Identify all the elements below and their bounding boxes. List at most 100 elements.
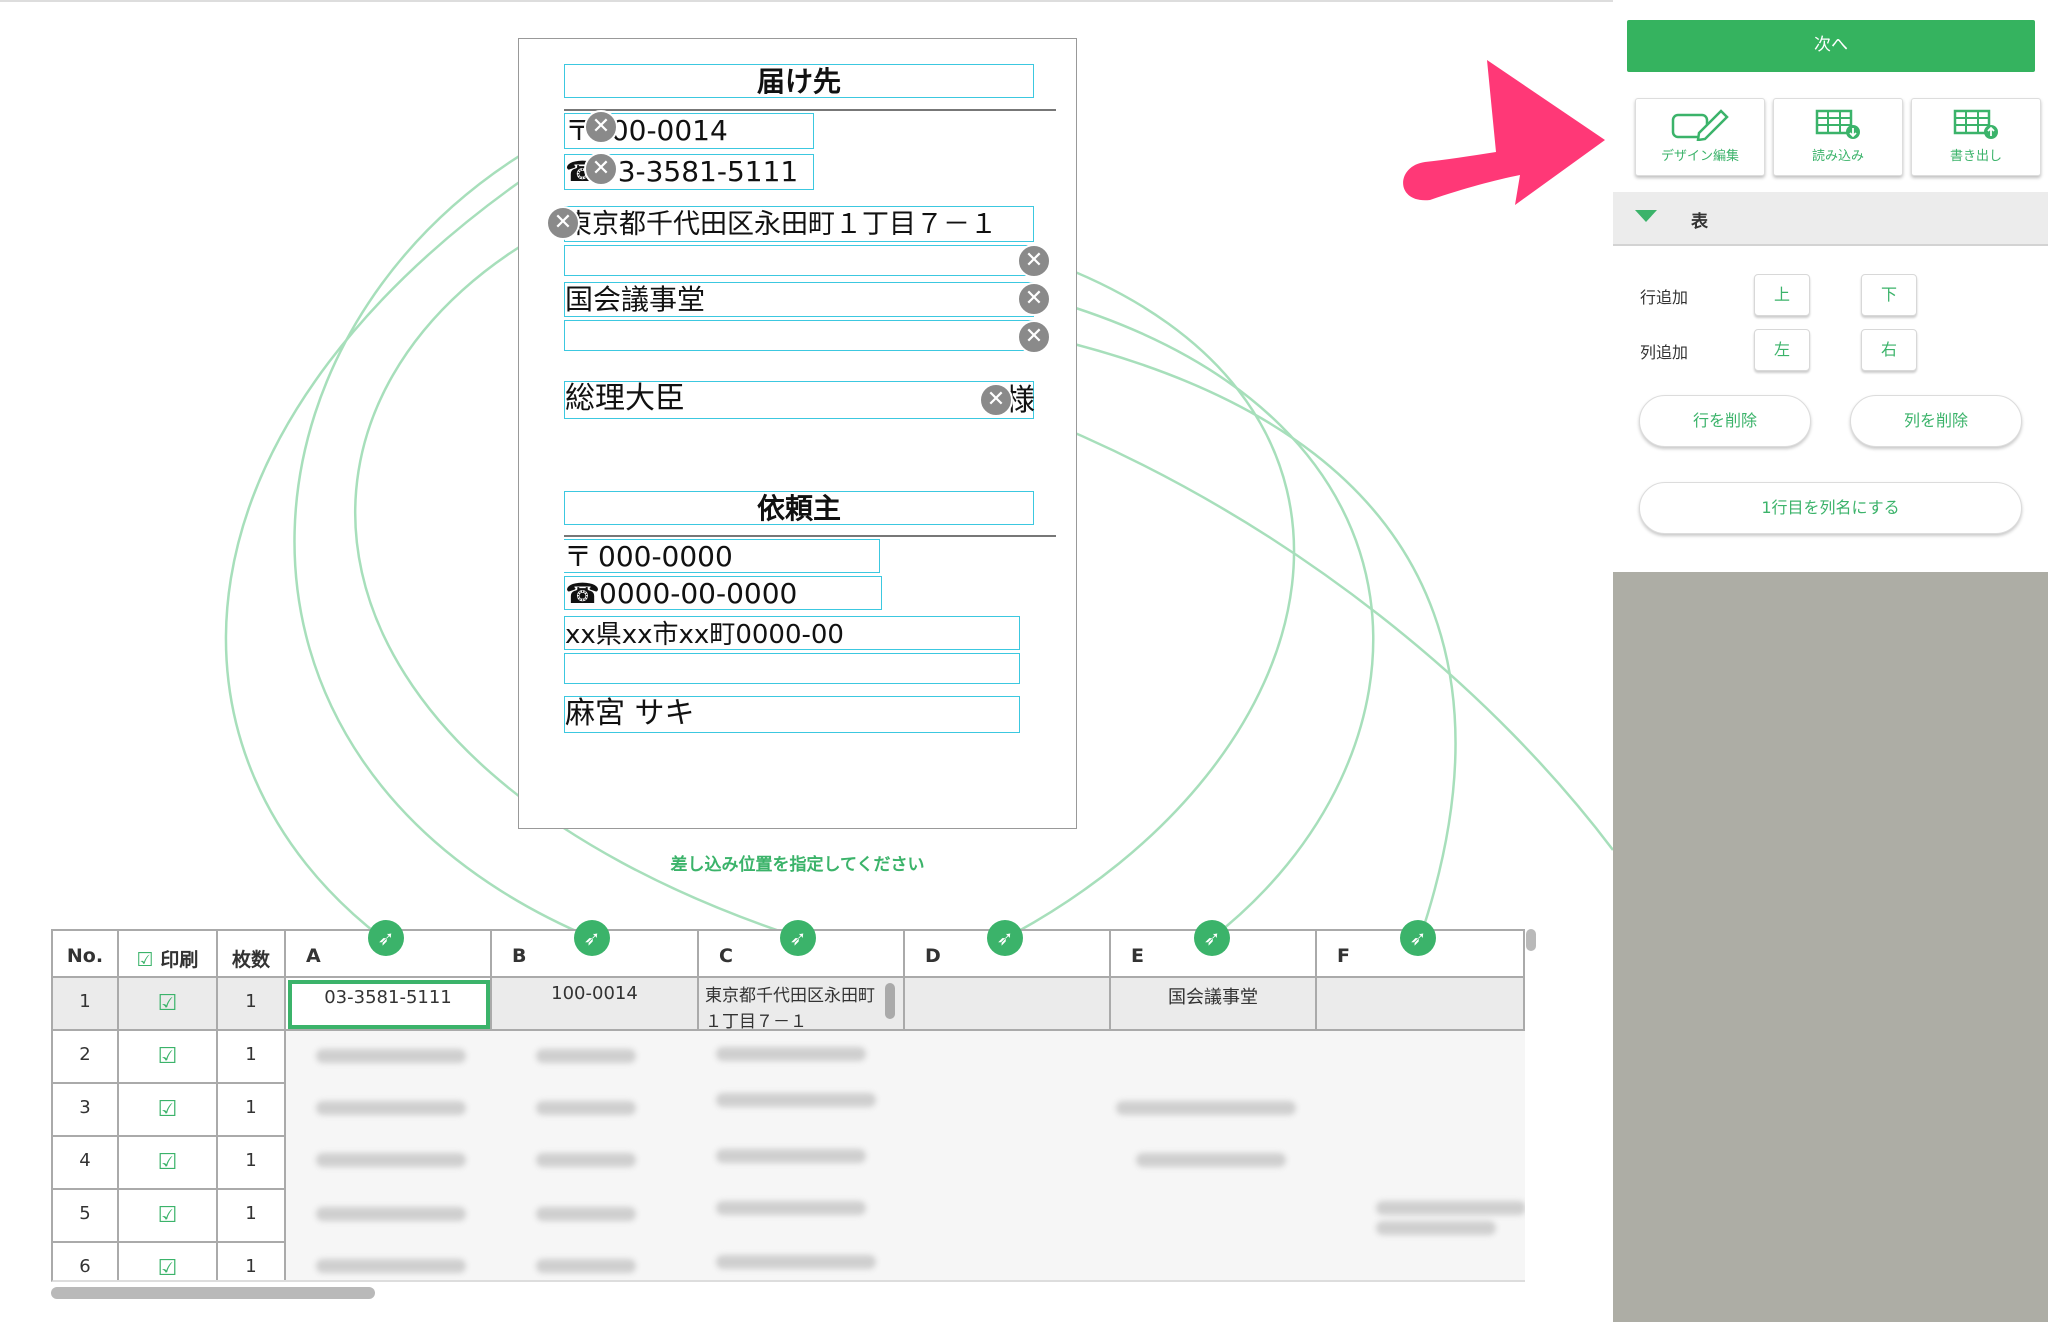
to-company-field[interactable]: 国会議事堂: [564, 282, 1034, 317]
row-number: 1: [79, 991, 91, 1012]
header-count: 枚数: [218, 929, 286, 978]
remove-name-binding-button[interactable]: ✕: [979, 383, 1013, 417]
table-row-1-count[interactable]: 1: [218, 978, 286, 1031]
to-company2-field[interactable]: [564, 320, 1034, 351]
next-button[interactable]: 次へ: [1627, 20, 2035, 72]
data-table: No. ☑ 印刷 枚数 A B C D E F 1 ☑ 1 03-3581-51…: [51, 929, 1525, 1282]
delete-row-button[interactable]: 行を削除: [1639, 395, 1811, 447]
to-name-field[interactable]: 総理大臣様: [564, 381, 1035, 419]
table-row-5-no: 5: [53, 1190, 119, 1243]
table-row-2-no: 2: [53, 1031, 119, 1084]
table-row-4-count[interactable]: 1: [218, 1137, 286, 1190]
column-f-pin-icon[interactable]: ➶: [1400, 920, 1436, 956]
row-number: 2: [79, 1044, 91, 1065]
vertical-scrollbar[interactable]: [1526, 929, 1536, 951]
count-value: 1: [245, 1256, 257, 1277]
add-row-up-button[interactable]: 上: [1754, 274, 1810, 316]
from-address-field[interactable]: xx県xx市xx町0000-00: [564, 616, 1020, 650]
table-row-4-no: 4: [53, 1137, 119, 1190]
table-row-3-count[interactable]: 1: [218, 1084, 286, 1137]
from-title-rule: [564, 535, 1056, 537]
table-row-5-print[interactable]: ☑: [119, 1190, 218, 1243]
remove-zip-binding-button[interactable]: ✕: [584, 110, 618, 144]
cell-b-value: 100-0014: [551, 983, 638, 1004]
horizontal-scrollbar[interactable]: [51, 1287, 375, 1299]
export-button[interactable]: 書き出し: [1911, 98, 2041, 176]
blurred-data-area: [286, 1031, 1525, 1280]
table-row-1-col-a[interactable]: 03-3581-5111: [286, 978, 492, 1031]
add-col-right-button[interactable]: 右: [1861, 329, 1917, 371]
remove-address-binding-button[interactable]: ✕: [546, 206, 580, 240]
add-col-left-button[interactable]: 左: [1754, 329, 1810, 371]
triangle-down-icon: [1635, 210, 1657, 222]
header-d-label: D: [925, 945, 941, 967]
table-row-6-count[interactable]: 1: [218, 1243, 286, 1280]
header-f-label: F: [1337, 945, 1350, 967]
table-row-3-print[interactable]: ☑: [119, 1084, 218, 1137]
table-row-1-col-d[interactable]: [905, 978, 1111, 1031]
table-row-1-col-b[interactable]: 100-0014: [492, 978, 699, 1031]
cell-e-value: 国会議事堂: [1168, 987, 1258, 1008]
table-row-1-print[interactable]: ☑: [119, 978, 218, 1031]
add-row-down-button[interactable]: 下: [1861, 274, 1917, 316]
row-number: 5: [79, 1203, 91, 1224]
table-row-2-print[interactable]: ☑: [119, 1031, 218, 1084]
import-button[interactable]: 読み込み: [1773, 98, 1903, 176]
instruction-text: 差し込み位置を指定してください: [670, 855, 925, 875]
table-row-6-print[interactable]: ☑: [119, 1243, 218, 1281]
to-title-field[interactable]: 届け先: [564, 64, 1034, 98]
column-a-pin-icon[interactable]: ➶: [368, 920, 404, 956]
from-address2-field[interactable]: [564, 653, 1020, 684]
header-print[interactable]: ☑ 印刷: [119, 929, 218, 978]
from-zip-field[interactable]: 〒 000-0000: [564, 539, 880, 573]
row-number: 4: [79, 1150, 91, 1171]
table-row-1-col-c[interactable]: 東京都千代田区永田町１丁目７－１: [699, 978, 905, 1031]
table-row-1-no: 1: [53, 978, 119, 1031]
header-b-label: B: [512, 945, 527, 967]
import-table-icon: [1815, 109, 1860, 139]
to-title-rule: [564, 109, 1056, 111]
from-name-field[interactable]: 麻宮 サキ: [564, 696, 1020, 733]
table-row-1-col-f[interactable]: [1317, 978, 1525, 1031]
header-print-label: 印刷: [160, 949, 199, 971]
table-row-4-print[interactable]: ☑: [119, 1137, 218, 1190]
export-label: 書き出し: [1949, 149, 2002, 164]
table-section-header[interactable]: 表: [1613, 192, 2048, 246]
from-tel-field[interactable]: ☎0000-00-0000: [564, 576, 882, 610]
from-tel-text: 0000-00-0000: [599, 577, 798, 610]
column-c-pin-icon[interactable]: ➶: [780, 920, 816, 956]
design-edit-button[interactable]: デザイン編集: [1635, 98, 1765, 176]
column-b-pin-icon[interactable]: ➶: [574, 920, 610, 956]
table-row-3-no: 3: [53, 1084, 119, 1137]
right-panel: 次へ デザイン編集 読み込み 書き出し 表 行追加 上 下 列追加 左 右 行を…: [1613, 0, 2048, 1322]
to-address-text: 東京都千代田区永田町１丁目７－１: [565, 209, 997, 240]
table-row-1-col-e[interactable]: 国会議事堂: [1111, 978, 1317, 1031]
remove-company-binding-button[interactable]: ✕: [1017, 282, 1051, 316]
cell-scrollbar[interactable]: [885, 983, 895, 1019]
checkbox-icon: ☑: [157, 1203, 178, 1228]
table-row-2-count[interactable]: 1: [218, 1031, 286, 1084]
first-row-as-header-button[interactable]: 1行目を列名にする: [1639, 482, 2022, 534]
remove-company2-binding-button[interactable]: ✕: [1017, 320, 1051, 354]
count-value: 1: [245, 1044, 257, 1065]
delete-col-button[interactable]: 列を削除: [1850, 395, 2022, 447]
from-zip-text: 000-0000: [598, 540, 733, 573]
table-row-6-no: 6: [53, 1243, 119, 1280]
column-e-pin-icon[interactable]: ➶: [1194, 920, 1230, 956]
to-company-text: 国会議事堂: [565, 283, 706, 316]
import-label: 読み込み: [1811, 149, 1864, 164]
section-title: 表: [1691, 212, 1708, 232]
table-row-5-count[interactable]: 1: [218, 1190, 286, 1243]
header-no: No.: [53, 929, 119, 978]
remove-address2-binding-button[interactable]: ✕: [1017, 244, 1051, 278]
row-add-label: 行追加: [1640, 288, 1689, 307]
header-c-label: C: [719, 945, 733, 967]
checkbox-icon: ☑: [157, 1256, 178, 1281]
cell-a-value: 03-3581-5111: [324, 987, 452, 1008]
remove-tel-binding-button[interactable]: ✕: [584, 152, 618, 186]
to-address-field[interactable]: 東京都千代田区永田町１丁目７－１: [564, 206, 1034, 242]
from-title-field[interactable]: 依頼主: [564, 491, 1034, 525]
to-address2-field[interactable]: [564, 245, 1034, 276]
cell-c-value: 東京都千代田区永田町１丁目７－１: [705, 986, 875, 1031]
column-d-pin-icon[interactable]: ➶: [987, 920, 1023, 956]
